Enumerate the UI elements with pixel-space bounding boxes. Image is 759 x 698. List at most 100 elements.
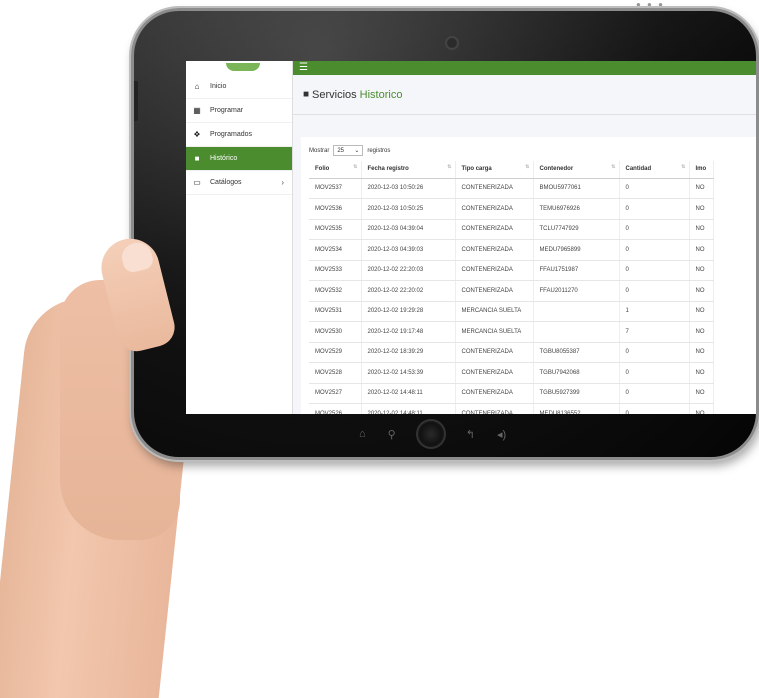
table-cell: CONTENERIZADA [455,342,534,363]
menu-toggle-icon[interactable]: ☰ [299,63,308,73]
table-cell: MEDU8136552 [533,403,620,414]
table-row[interactable]: MOV2526 2020-12-02 14:48:11 CONTENERIZADA M… [309,403,714,414]
table-cell: MOV2537 [309,178,362,199]
volume-icon[interactable]: ◂) [497,428,506,441]
column-header-folio[interactable]: Folio ⇅ [309,161,362,179]
table-body: MOV2537 2020-12-03 10:50:26 CONTENERIZADA B… [309,178,714,414]
table-cell: CONTENERIZADA [455,219,534,240]
folder-icon: ■ [194,154,200,163]
sort-icon: ⇅ [447,164,452,170]
tablet-screen: ⌂ Inicio ▦ Programar ❖ Programados ■ His… [186,61,756,414]
table-cell: 2020-12-03 10:50:25 [361,198,456,220]
table-cell: NO [689,260,714,281]
table-row[interactable]: MOV2533 2020-12-02 22:20:03 CONTENERIZADA F… [309,260,714,281]
page-title-highlight: Historico [359,88,403,101]
page-header: ■ Servicios Historico [293,75,756,115]
table-cell: 2020-12-03 04:39:03 [361,239,456,261]
table-row[interactable]: MOV2537 2020-12-03 10:50:26 CONTENERIZADA B… [309,178,714,199]
sidebar-item-inicio[interactable]: ⌂ Inicio [186,75,292,99]
page-size-control: Mostrar 25 ⌄ registros [309,145,390,156]
history-table-card: Mostrar 25 ⌄ registros Folio ⇅ Fecha regi… [301,137,756,414]
table-row[interactable]: MOV2534 2020-12-03 04:39:03 CONTENERIZADA M… [309,239,714,261]
camera-icon [447,38,457,48]
table-cell: TGBU8055387 [533,342,620,363]
table-cell: FFAU1751987 [533,260,620,281]
back-icon[interactable]: ↰ [466,428,475,441]
sidebar-item-catalogos[interactable]: ▭ Catálogos › [186,171,292,195]
table-cell: MOV2532 [309,280,362,302]
table-cell: 1 [619,301,690,322]
column-header-fecha[interactable]: Fecha registro ⇅ [361,161,456,179]
column-header-imo[interactable]: Imo [689,161,714,179]
chevron-down-icon: ⌄ [354,148,360,154]
table-cell: NO [689,403,714,414]
sort-icon: ⇅ [681,164,686,170]
side-button[interactable] [134,81,138,121]
table-cell: 2020-12-02 14:48:11 [361,403,456,414]
table-cell: NO [689,219,714,240]
table-row[interactable]: MOV2527 2020-12-02 14:48:11 CONTENERIZADA T… [309,383,714,404]
table-cell: MOV2529 [309,342,362,363]
column-header-contenedor[interactable]: Contenedor ⇅ [533,161,620,179]
column-header-cantidad[interactable]: Cantidad ⇅ [619,161,690,179]
folder-icon: ■ [303,89,310,100]
table-cell: MOV2534 [309,239,362,261]
table-cell: NO [689,383,714,404]
table-cell: TGBU5927399 [533,383,620,404]
table-cell: 2020-12-02 22:20:02 [361,280,456,302]
table-cell: MOV2531 [309,301,362,322]
top-navbar: ☰ [293,61,756,75]
sidebar-item-label: Catálogos [210,179,242,186]
table-cell: 7 [619,321,690,343]
calendar-icon: ▦ [193,106,201,115]
table-row[interactable]: MOV2530 2020-12-02 19:17:48 MERCANCIA SUEL… [309,321,714,343]
history-table: Folio ⇅ Fecha registro ⇅ Tipo carga ⇅ Conte… [309,161,714,414]
table-row[interactable]: MOV2529 2020-12-02 18:39:29 CONTENERIZADA T… [309,342,714,363]
table-row[interactable]: MOV2532 2020-12-02 22:20:02 CONTENERIZADA F… [309,280,714,302]
table-cell: FFAU2011270 [533,280,620,302]
table-cell: 0 [619,198,690,220]
logo-area [186,61,292,75]
home-button[interactable] [417,421,444,447]
monitor-icon: ▭ [193,178,201,187]
table-cell: MEDU7965899 [533,239,620,261]
sort-icon: ⇅ [611,164,616,170]
scene: ● ● ● ⌂ Inicio ▦ Programar ❖ Programados [0,0,759,698]
table-cell: TGBU7942068 [533,362,620,384]
table-cell: 0 [619,362,690,384]
table-cell: 0 [619,178,690,199]
table-row[interactable]: MOV2535 2020-12-03 04:39:04 CONTENERIZADA T… [309,219,714,240]
table-cell: 0 [619,260,690,281]
table-cell: NO [689,321,714,343]
sidebar-item-programados[interactable]: ❖ Programados [186,123,292,147]
home-icon[interactable]: ⌂ [359,428,366,440]
sidebar-item-historico[interactable]: ■ Histórico [186,147,292,171]
table-cell: MERCANCIA SUELTA [455,321,534,343]
table-cell: 0 [619,239,690,261]
table-cell [533,321,620,343]
table-cell: NO [689,362,714,384]
table-cell: 2020-12-03 10:50:26 [361,178,456,199]
tablet-home-bar: ⌂ ⚲ ↰ ◂) [359,421,506,447]
tablet-device: ⌂ Inicio ▦ Programar ❖ Programados ■ His… [131,8,759,460]
table-cell: 2020-12-02 18:39:29 [361,342,456,363]
table-cell: NO [689,178,714,199]
table-cell: 0 [619,219,690,240]
table-row[interactable]: MOV2531 2020-12-02 19:29:28 MERCANCIA SUEL… [309,301,714,322]
sort-icon: ⇅ [525,164,530,170]
table-row[interactable]: MOV2536 2020-12-03 10:50:25 CONTENERIZADA T… [309,198,714,220]
table-row[interactable]: MOV2528 2020-12-02 14:53:39 CONTENERIZADA T… [309,362,714,384]
search-icon[interactable]: ⚲ [388,428,396,441]
table-cell [533,301,620,322]
table-cell: 0 [619,342,690,363]
table-cell: MOV2533 [309,260,362,281]
table-cell: BMOU5977061 [533,178,620,199]
sidebar-item-programar[interactable]: ▦ Programar [186,99,292,123]
table-cell: 2020-12-02 22:20:03 [361,260,456,281]
column-header-tipo[interactable]: Tipo carga ⇅ [455,161,534,179]
table-cell: TEMU6976926 [533,198,620,220]
records-label: registros [367,147,391,154]
table-cell: CONTENERIZADA [455,362,534,384]
chevron-right-icon: › [281,178,284,187]
page-size-select[interactable]: 25 ⌄ [333,145,364,156]
